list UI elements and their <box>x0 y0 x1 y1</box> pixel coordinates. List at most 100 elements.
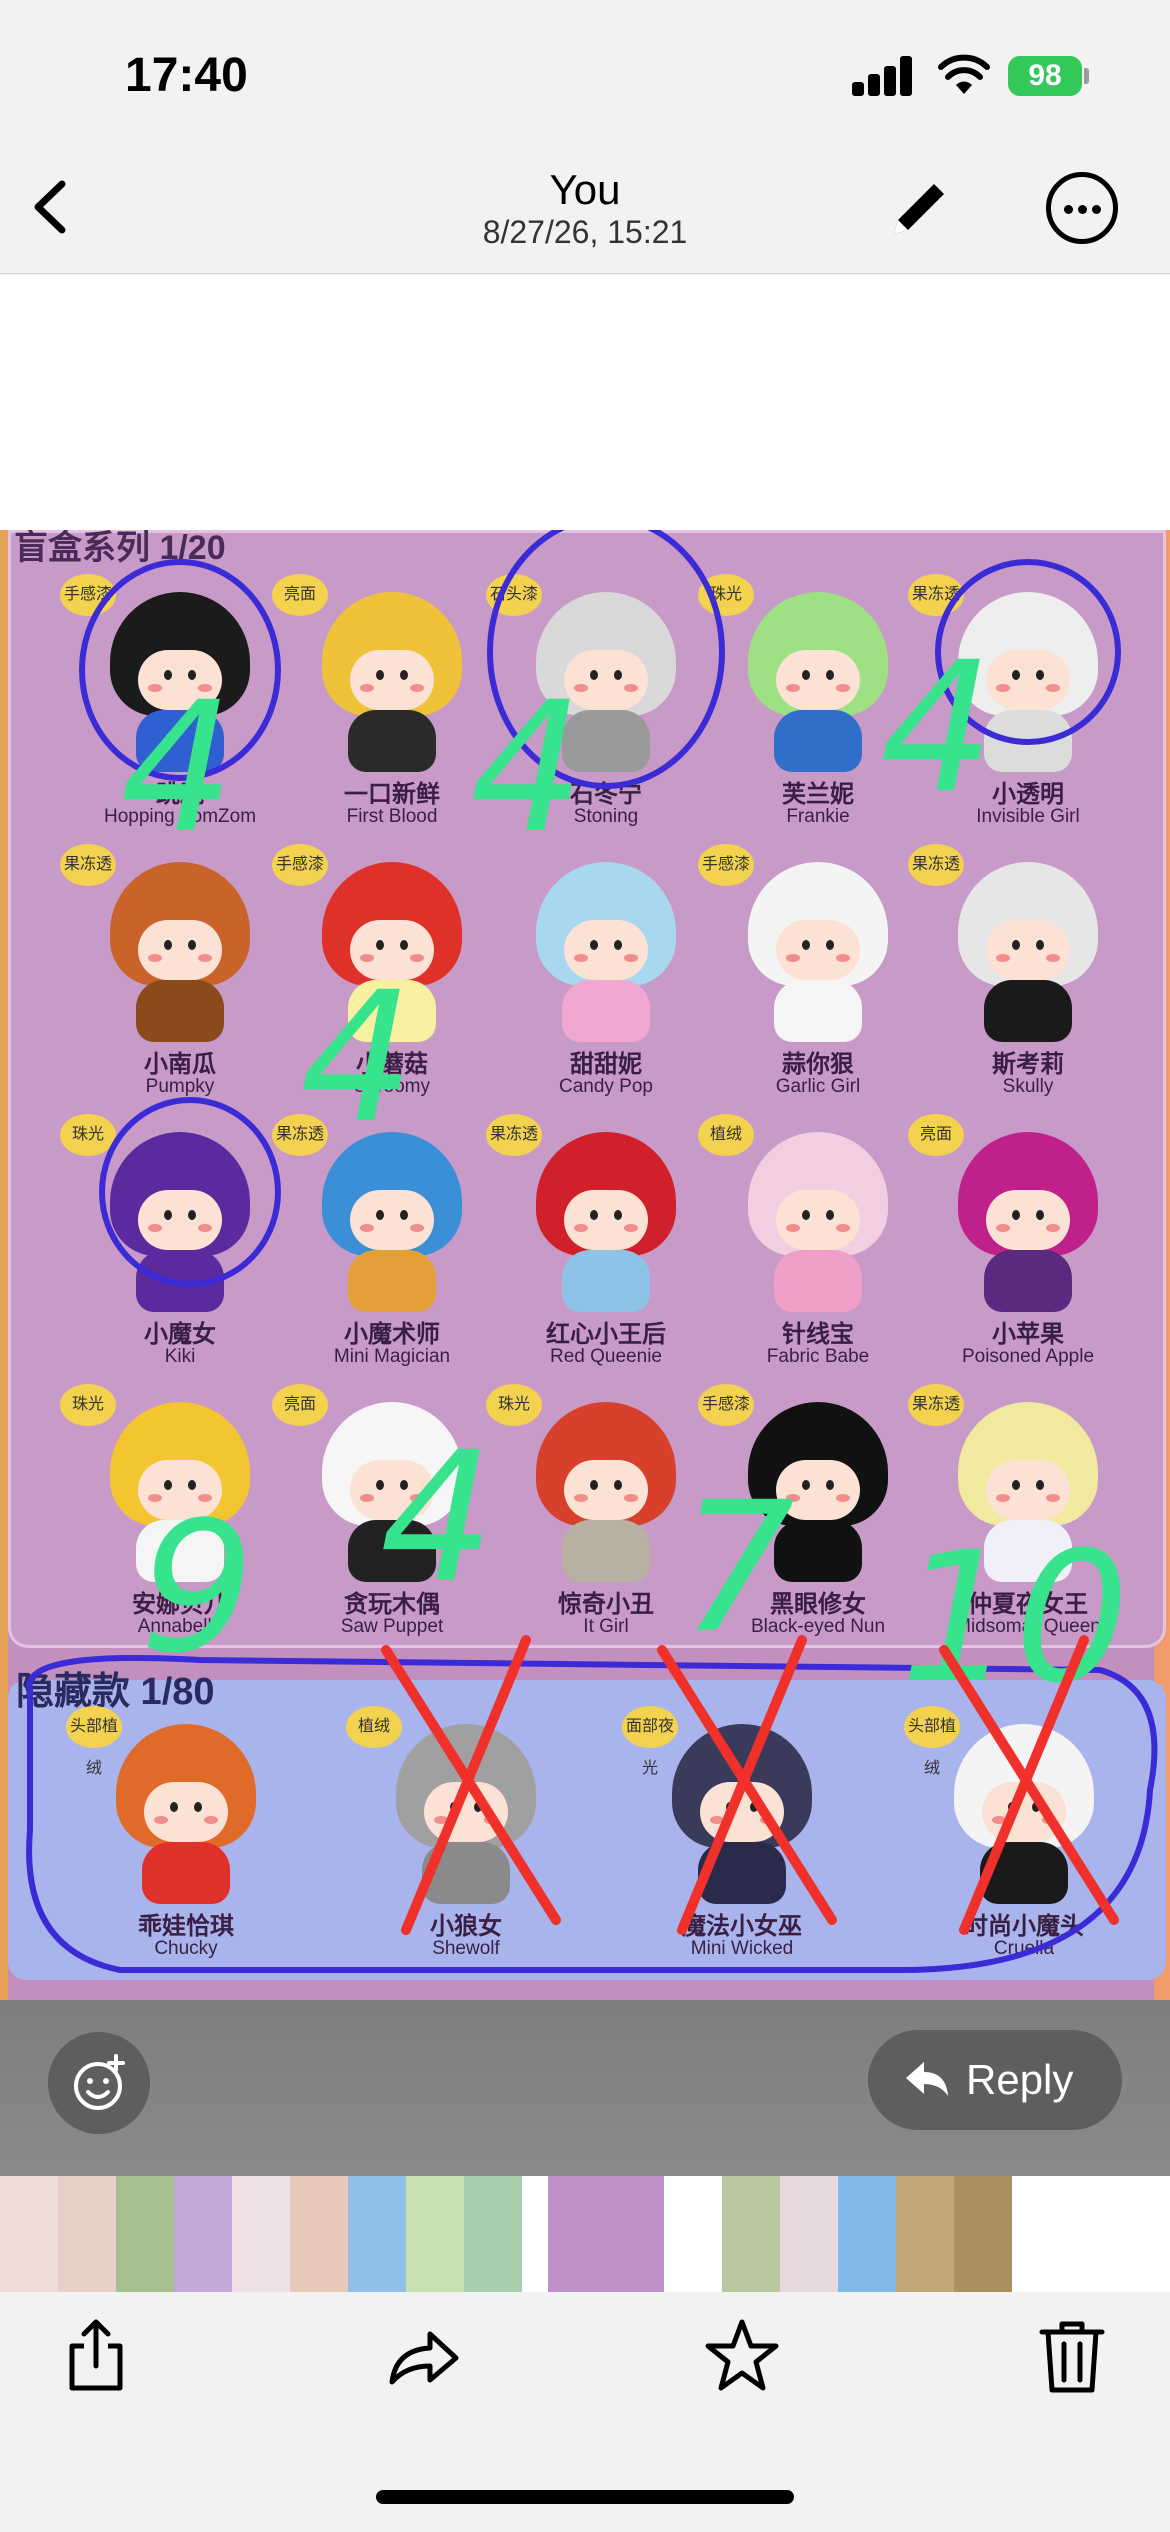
figure-blush <box>996 1494 1010 1502</box>
figure-name-en: Annabelle <box>137 1616 223 1637</box>
figure-face <box>144 1782 228 1842</box>
figure-blush <box>624 684 638 692</box>
figure-body <box>984 1250 1072 1312</box>
figure-blush <box>198 1224 212 1232</box>
figure-eye <box>376 1210 384 1220</box>
thumbnail[interactable] <box>174 2176 232 2292</box>
thumbnail[interactable] <box>464 2176 522 2292</box>
thumbnail[interactable] <box>0 2176 58 2292</box>
figure-blush <box>410 1224 424 1232</box>
trash-icon[interactable] <box>1032 2316 1112 2396</box>
figure-name-cn: 小蘑菇 <box>356 1051 428 1078</box>
figure-eye <box>826 1480 834 1490</box>
thumbnail[interactable] <box>116 2176 174 2292</box>
figure-blush <box>786 1224 800 1232</box>
thumbnail[interactable] <box>664 2176 722 2292</box>
figure-body <box>562 710 650 772</box>
figure-blush <box>786 1494 800 1502</box>
figure-eye <box>1036 1480 1044 1490</box>
thumbnail[interactable] <box>954 2176 1012 2292</box>
thumbnail[interactable] <box>722 2176 780 2292</box>
figure-blush <box>148 684 162 692</box>
figure-card: 果冻透 小透明 Invisible Girl <box>908 574 1128 838</box>
battery-level: 98 <box>1028 59 1062 92</box>
tapback-icon[interactable] <box>48 2032 150 2134</box>
thumbnail[interactable] <box>348 2176 406 2292</box>
figure-body <box>136 1520 224 1582</box>
thumbnail[interactable] <box>406 2176 464 2292</box>
figure-name-en: It Girl <box>583 1616 629 1637</box>
figure-name-en: Saw Puppet <box>340 1616 444 1637</box>
figure-blush <box>710 1816 724 1824</box>
thumbnail[interactable] <box>58 2176 116 2292</box>
figure-blush <box>434 1816 448 1824</box>
figure-eye <box>164 940 172 950</box>
status-bar: 17:40 98 <box>0 0 1170 150</box>
thumbnail[interactable] <box>780 2176 838 2292</box>
figure-blush <box>624 954 638 962</box>
share-icon[interactable] <box>56 2316 136 2396</box>
figure-name-cn: 时尚小魔头 <box>964 1913 1084 1940</box>
figure-face <box>986 920 1070 980</box>
more-icon[interactable] <box>1046 172 1118 244</box>
sender-name: You <box>549 166 621 213</box>
reply-arrow-icon <box>906 2062 948 2096</box>
figure-eye <box>1012 1210 1020 1220</box>
reply-button[interactable]: Reply <box>868 2030 1122 2130</box>
finish-tag: 石头漆 <box>486 574 542 616</box>
figure-blush <box>760 1816 774 1824</box>
figure-body <box>984 980 1072 1042</box>
figure-name-en: Chucky <box>154 1938 218 1959</box>
finish-tag: 面部夜光 <box>622 1706 678 1777</box>
figure-eye <box>802 670 810 680</box>
figure-body <box>422 1842 510 1904</box>
figure-name-cn: 跳跳 <box>156 781 204 808</box>
forward-icon[interactable] <box>384 2316 464 2396</box>
figure-name-cn: 小透明 <box>992 781 1064 808</box>
figure-eye <box>1012 940 1020 950</box>
figure-eye <box>614 1210 622 1220</box>
thumbnail[interactable] <box>290 2176 348 2292</box>
figure-blush <box>148 1494 162 1502</box>
figure-card: 果冻透 小南瓜 Pumpky <box>60 844 280 1108</box>
figure-blush <box>786 684 800 692</box>
figure-blush <box>836 1224 850 1232</box>
figure-eye <box>590 670 598 680</box>
figure-body <box>984 710 1072 772</box>
finish-tag: 果冻透 <box>908 574 964 616</box>
figure-name-cn: 蒜你狠 <box>782 1051 854 1078</box>
figure-card: 果冻透 斯考莉 Skully <box>908 844 1128 1108</box>
finish-tag: 珠光 <box>698 574 754 616</box>
figure-card: 亮面 贪玩木偶 Saw Puppet <box>272 1384 492 1648</box>
thumbnail[interactable] <box>606 2176 664 2292</box>
figure-blush <box>198 954 212 962</box>
figure-blush <box>996 684 1010 692</box>
figure-body <box>136 980 224 1042</box>
figure-eye <box>590 940 598 950</box>
figure-face <box>138 1190 222 1250</box>
figure-name-en: Midsomar Queen <box>955 1616 1101 1637</box>
home-indicator[interactable] <box>376 2490 794 2504</box>
figure-name-en: Black-eyed Nun <box>750 1616 886 1637</box>
figure-blush <box>624 1494 638 1502</box>
star-icon[interactable] <box>702 2316 782 2396</box>
figure-face <box>138 920 222 980</box>
finish-tag: 亮面 <box>272 574 328 616</box>
finish-tag: 手感漆 <box>60 574 116 616</box>
figure-blush <box>148 1224 162 1232</box>
pencil-icon[interactable] <box>882 176 952 246</box>
thumbnail[interactable] <box>232 2176 290 2292</box>
figure-blush <box>574 1224 588 1232</box>
thumbnail[interactable] <box>896 2176 954 2292</box>
figure-name-cn: 针线宝 <box>782 1321 854 1348</box>
thumbnail[interactable] <box>838 2176 896 2292</box>
figure-blush <box>624 1224 638 1232</box>
figure-name-en: Pumpky <box>145 1076 215 1097</box>
figure-name-cn: 斯考莉 <box>992 1051 1064 1078</box>
figure-name-en: Skully <box>1002 1076 1054 1097</box>
figure-blush <box>1046 954 1060 962</box>
figure-face <box>138 1460 222 1520</box>
figure-blush <box>360 684 374 692</box>
photo-image[interactable]: 盲盒系列 1/20 隐藏款 1/80 手感漆 跳跳 Hopping ZomZom 亮面… <box>0 530 1170 2000</box>
figure-name-en: Frankie <box>786 806 850 827</box>
